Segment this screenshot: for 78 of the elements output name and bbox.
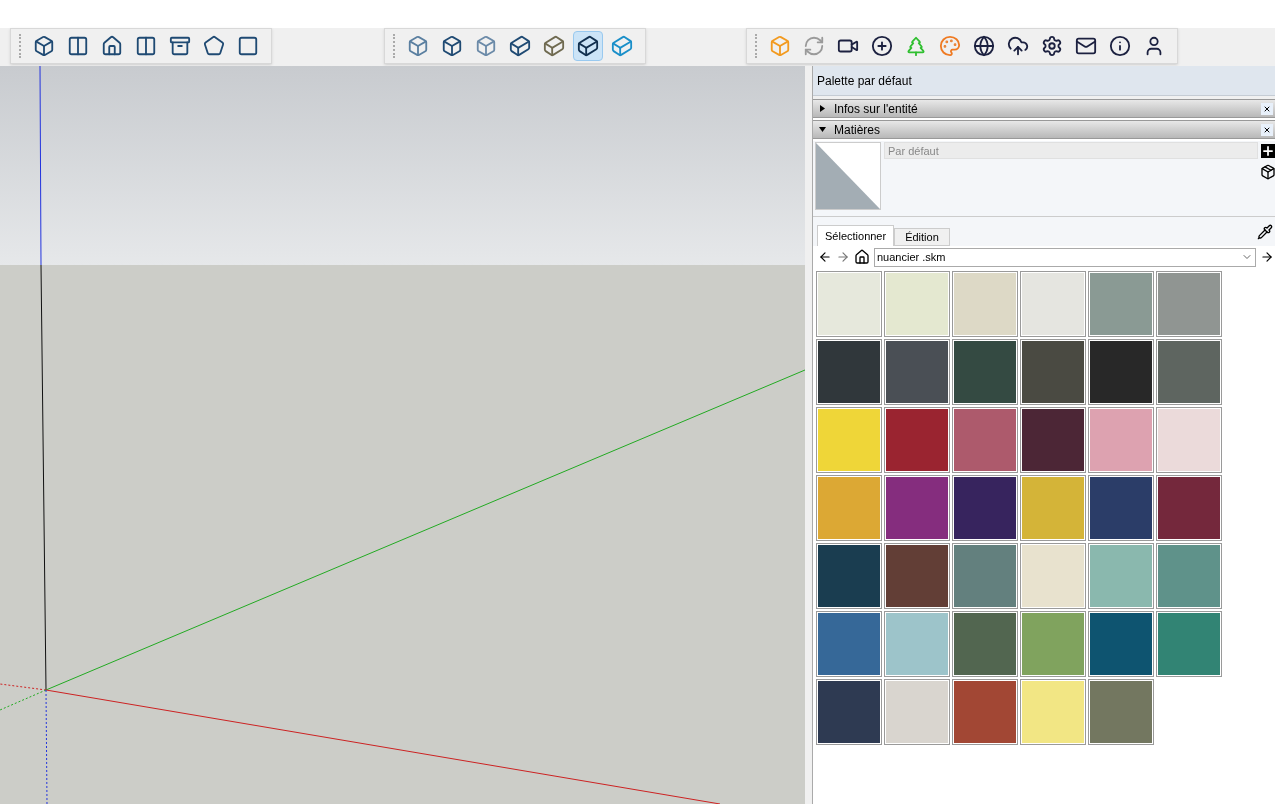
section-header[interactable]: Infos sur l'entité	[813, 99, 1275, 118]
color-swatch[interactable]	[952, 611, 1018, 677]
color-swatch[interactable]	[1088, 475, 1154, 541]
color-swatch[interactable]	[884, 611, 950, 677]
color-swatch[interactable]	[952, 339, 1018, 405]
color-swatch[interactable]	[1020, 611, 1086, 677]
color-swatch[interactable]	[1156, 611, 1222, 677]
color-swatch[interactable]	[884, 339, 950, 405]
close-icon[interactable]	[1261, 123, 1273, 136]
color-swatch[interactable]	[816, 475, 882, 541]
color-swatch[interactable]	[816, 407, 882, 473]
section-title: Infos sur l'entité	[834, 100, 919, 118]
package-icon[interactable]	[1260, 164, 1275, 180]
forward-arrow-icon[interactable]	[836, 250, 850, 264]
tab[interactable]: Édition	[894, 228, 950, 246]
color-swatch[interactable]	[1020, 679, 1086, 745]
color-swatch[interactable]	[1088, 543, 1154, 609]
color-swatch[interactable]	[1088, 407, 1154, 473]
cube-button[interactable]	[573, 31, 603, 61]
color-swatch[interactable]	[952, 679, 1018, 745]
color-swatch[interactable]	[816, 271, 882, 337]
color-swatch[interactable]	[1020, 543, 1086, 609]
cloud-upload-icon	[1007, 35, 1029, 57]
tree-icon	[905, 35, 927, 57]
tab[interactable]: Sélectionner	[817, 225, 895, 246]
color-swatch[interactable]	[1088, 679, 1154, 745]
create-material-icon[interactable]	[1261, 144, 1275, 158]
color-swatch[interactable]	[1088, 339, 1154, 405]
cube-icon	[543, 35, 565, 57]
color-swatch[interactable]	[884, 679, 950, 745]
color-swatch[interactable]	[1088, 611, 1154, 677]
color-swatch[interactable]	[1020, 407, 1086, 473]
close-icon[interactable]	[1261, 102, 1273, 115]
color-swatch[interactable]	[884, 271, 950, 337]
house-icon	[101, 35, 123, 57]
library-dropdown[interactable]: nuancier .skm	[874, 247, 1256, 267]
color-swatch[interactable]	[1020, 339, 1086, 405]
color-swatch[interactable]	[816, 611, 882, 677]
back-arrow-icon[interactable]	[818, 250, 832, 264]
section-header[interactable]: Matières	[813, 120, 1275, 139]
mail-icon	[1075, 35, 1097, 57]
color-swatch[interactable]	[1156, 475, 1222, 541]
eyedropper-icon[interactable]	[1257, 224, 1273, 240]
color-swatch[interactable]	[816, 543, 882, 609]
color-swatch[interactable]	[884, 543, 950, 609]
cube-icon	[475, 35, 497, 57]
info-icon	[1109, 35, 1131, 57]
cube-icon	[407, 35, 429, 57]
expanded-triangle-icon	[819, 126, 826, 133]
settings-icon	[1041, 35, 1063, 57]
color-swatch[interactable]	[816, 339, 882, 405]
color-swatch[interactable]	[1020, 271, 1086, 337]
color-swatch[interactable]	[952, 475, 1018, 541]
color-swatch[interactable]	[1020, 475, 1086, 541]
color-swatch[interactable]	[1156, 339, 1222, 405]
color-swatch[interactable]	[816, 679, 882, 745]
color-swatch[interactable]	[884, 475, 950, 541]
square-icon	[237, 35, 259, 57]
color-swatch[interactable]	[952, 407, 1018, 473]
add-icon	[871, 35, 893, 57]
globe-icon	[973, 35, 995, 57]
color-swatch[interactable]	[952, 271, 1018, 337]
color-swatch[interactable]	[1156, 543, 1222, 609]
collapsed-triangle-icon	[819, 105, 826, 112]
palette-icon	[939, 35, 961, 57]
section-title: Matières	[834, 121, 881, 139]
color-swatch[interactable]	[952, 543, 1018, 609]
color-swatch[interactable]	[1156, 271, 1222, 337]
cube-icon	[577, 35, 599, 57]
color-swatch[interactable]	[1156, 407, 1222, 473]
cube-icon	[441, 35, 463, 57]
home-icon[interactable]	[854, 249, 870, 265]
color-swatch[interactable]	[884, 407, 950, 473]
refresh-icon	[803, 35, 825, 57]
cube-icon	[611, 35, 633, 57]
cube-icon	[509, 35, 531, 57]
panel-title: Palette par défaut	[813, 66, 1275, 96]
color-swatch[interactable]	[1088, 271, 1154, 337]
